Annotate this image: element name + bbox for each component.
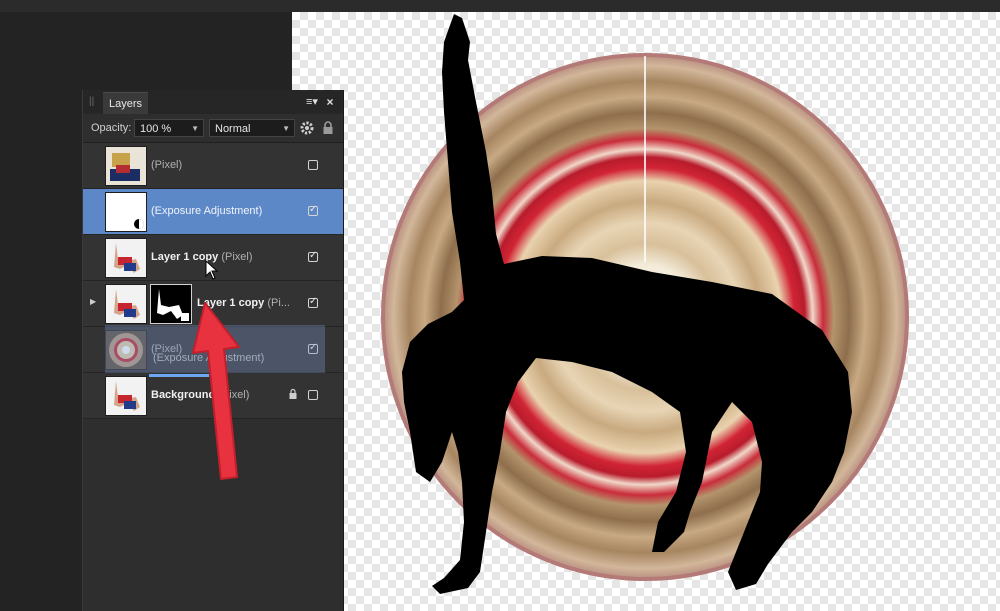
visibility-checkbox[interactable] xyxy=(308,250,318,262)
lock-icon[interactable] xyxy=(288,388,298,400)
layer-row-selected[interactable]: (Exposure Adjustment) xyxy=(83,189,343,235)
layer-thumbnail xyxy=(105,330,147,370)
panel-tab-bar: || Layers ≡▾ × xyxy=(83,90,343,115)
cursor-icon xyxy=(205,260,219,280)
panel-menu-icon[interactable]: ≡▾ xyxy=(305,95,319,109)
gear-icon[interactable] xyxy=(299,120,315,136)
visibility-checkbox[interactable] xyxy=(308,390,318,400)
visibility-checkbox[interactable] xyxy=(308,342,318,354)
close-icon[interactable]: × xyxy=(323,95,337,109)
lock-icon[interactable] xyxy=(321,120,335,136)
layer-thumbnail xyxy=(105,192,147,232)
opacity-label: Opacity: xyxy=(91,122,132,134)
layer-row[interactable]: (Pixel) xyxy=(83,143,343,189)
layer-thumbnail xyxy=(105,146,147,186)
visibility-checkbox[interactable] xyxy=(308,160,318,170)
chevron-down-icon: ▼ xyxy=(282,124,290,133)
grip-icon[interactable]: || xyxy=(89,96,95,107)
layer-options-bar: Opacity: 100 % ▼ Normal ▼ xyxy=(83,114,343,143)
blend-mode-value: Normal xyxy=(215,123,251,135)
opacity-value: 100 % xyxy=(140,123,172,135)
opacity-dropdown[interactable]: 100 % ▼ xyxy=(134,119,204,137)
tab-layers[interactable]: Layers xyxy=(103,92,149,115)
layer-name: (Pixel) xyxy=(151,159,183,171)
annotation-arrow-icon xyxy=(192,302,240,480)
layer-thumbnail xyxy=(105,284,147,324)
visibility-checkbox[interactable] xyxy=(308,296,318,308)
layer-thumbnail xyxy=(105,376,147,416)
layer-thumbnail xyxy=(105,238,147,278)
canvas-artwork xyxy=(381,14,909,594)
chevron-down-icon: ▼ xyxy=(191,124,199,133)
expand-arrow-icon[interactable]: ▶ xyxy=(90,297,96,306)
visibility-checkbox[interactable] xyxy=(308,204,318,216)
layer-name: Layer 1 copy (Pixel) xyxy=(151,251,253,263)
layer-name: (Exposure Adjustment) xyxy=(151,205,263,217)
document-canvas[interactable] xyxy=(292,12,1000,611)
blend-mode-dropdown[interactable]: Normal ▼ xyxy=(209,119,295,137)
top-bar xyxy=(0,0,1000,12)
